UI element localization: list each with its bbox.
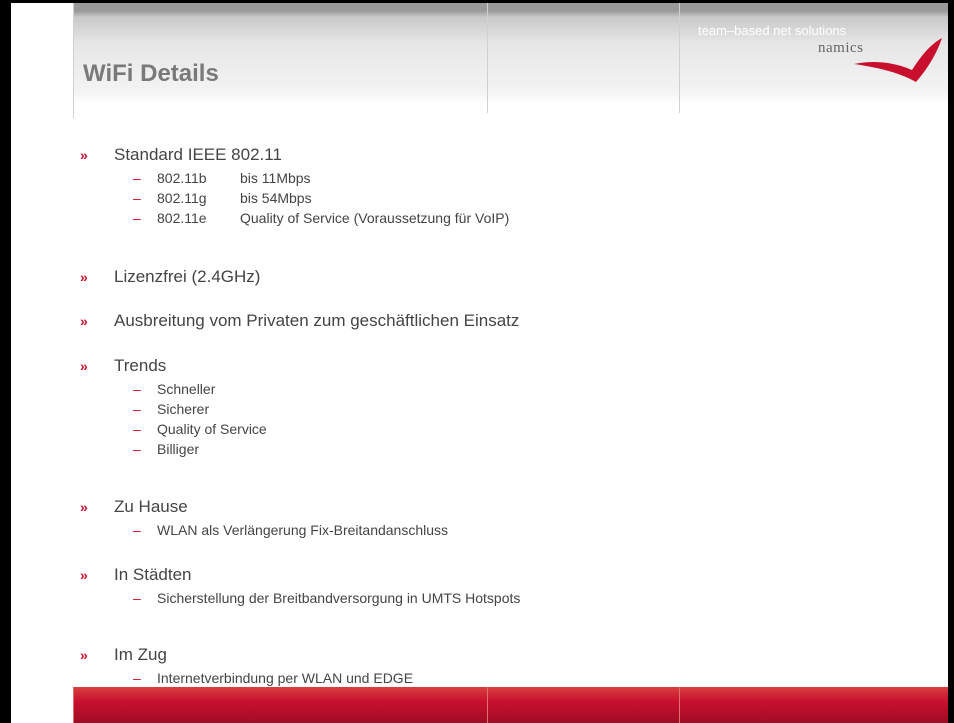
sub-bullet-dash-icon: – xyxy=(133,381,141,397)
sub-bullet-label: Billiger xyxy=(157,441,200,457)
bullet-marker-icon: » xyxy=(80,647,88,663)
bullet-text: Zu Hause xyxy=(114,497,188,516)
sub-bullet-label: 802.11e xyxy=(157,210,207,226)
sub-bullet-label: Quality of Service xyxy=(157,421,267,437)
sub-bullet-dash-icon: – xyxy=(133,670,141,686)
bullet-marker-icon: » xyxy=(80,358,88,374)
footer-divider-left xyxy=(73,687,74,723)
sub-bullet-label: WLAN als Verlängerung Fix-Breitandanschl… xyxy=(157,522,449,538)
footer-band xyxy=(11,687,948,723)
sub-bullet-dash-icon: – xyxy=(133,522,141,538)
sub-bullet-label: 802.11b xyxy=(157,170,207,186)
bullet-text: Ausbreitung vom Privaten zum geschäftlic… xyxy=(114,311,520,330)
sub-bullet-dash-icon: – xyxy=(133,590,141,606)
bullet-marker-icon: » xyxy=(80,269,88,285)
bullet-text: Im Zug xyxy=(114,645,167,664)
bullet-marker-icon: » xyxy=(80,499,88,515)
bullet-text: Lizenzfrei (2.4GHz) xyxy=(114,267,261,286)
sub-bullet-dash-icon: – xyxy=(133,170,141,186)
sub-bullet-label: Sicherstellung der Breitbandversorgung i… xyxy=(157,590,521,606)
bullet-marker-icon: » xyxy=(80,567,88,583)
sub-bullet-dash-icon: – xyxy=(133,210,141,226)
bullet-text: In Städten xyxy=(114,565,192,584)
slide: WiFi Details namics » Standard IEEE 802.1… xyxy=(0,0,954,723)
sub-bullet-label: 802.11g xyxy=(157,190,207,206)
bullet-marker-icon: » xyxy=(80,313,88,329)
sub-bullet-dash-icon: – xyxy=(133,441,141,457)
footer-left-gap xyxy=(11,687,73,723)
sub-bullet-detail: bis 54Mbps xyxy=(240,190,312,206)
sub-bullet-dash-icon: – xyxy=(133,401,141,417)
footer-divider-right xyxy=(679,687,680,723)
footer-divider-middle xyxy=(487,687,488,723)
slide-body: » Standard IEEE 802.11–802.11b bis 11Mbps –… xyxy=(0,0,954,723)
bullet-text: Standard IEEE 802.11 xyxy=(114,145,282,164)
bullet-text: Trends xyxy=(114,356,167,375)
sub-bullet-dash-icon: – xyxy=(133,190,141,206)
sub-bullet-detail: bis 11Mbps xyxy=(240,170,311,186)
sub-bullet-detail: Quality of Service (Voraussetzung für Vo… xyxy=(240,210,510,226)
footer-tagline: team–based net solutions xyxy=(698,23,847,38)
sub-bullet-dash-icon: – xyxy=(133,421,141,437)
sub-bullet-label: Schneller xyxy=(157,381,216,397)
sub-bullet-label: Sicherer xyxy=(157,401,210,417)
sub-bullet-label: Internetverbindung per WLAN und EDGE xyxy=(157,670,414,686)
bullet-marker-icon: » xyxy=(80,147,88,163)
